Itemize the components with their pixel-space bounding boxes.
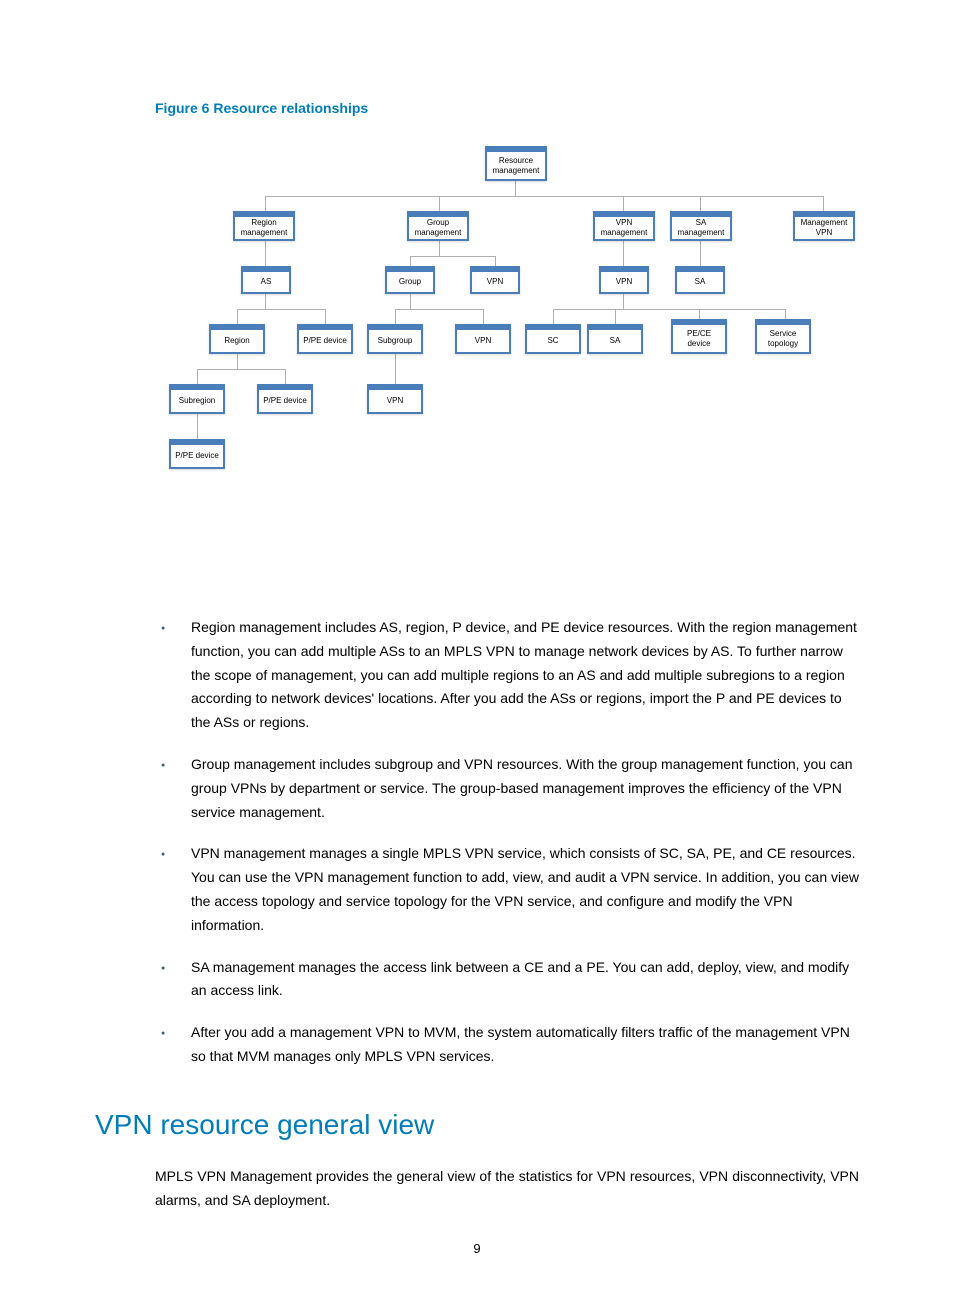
page: Figure 6 Resource relationships — [0, 0, 954, 1296]
diagram-node: VPN — [455, 324, 511, 354]
list-item: Group management includes subgroup and V… — [155, 753, 859, 824]
list-item: After you add a management VPN to MVM, t… — [155, 1021, 859, 1069]
diagram-node: VPN — [599, 266, 649, 294]
diagram-node: P/PE device — [257, 384, 313, 414]
diagram-node: Group — [385, 266, 435, 294]
diagram-node: SA — [675, 266, 725, 294]
page-number: 9 — [0, 1241, 954, 1256]
bullet-list: Region management includes AS, region, P… — [155, 616, 859, 1069]
diagram-node: P/PE device — [169, 439, 225, 469]
list-item: SA management manages the access link be… — [155, 956, 859, 1004]
diagram-node: VPN — [470, 266, 520, 294]
body-paragraph: MPLS VPN Management provides the general… — [155, 1165, 859, 1213]
diagram-node: Group management — [407, 211, 469, 241]
diagram-node: Subregion — [169, 384, 225, 414]
diagram-node: VPN management — [593, 211, 655, 241]
diagram-node-root: Resource management — [485, 146, 547, 181]
section-heading: VPN resource general view — [95, 1109, 859, 1141]
diagram-node: Region — [209, 324, 265, 354]
diagram-node: AS — [241, 266, 291, 294]
diagram-node: VPN — [367, 384, 423, 414]
resource-relationships-diagram: Resource management Region management Gr… — [95, 146, 859, 566]
figure-caption: Figure 6 Resource relationships — [155, 100, 859, 116]
diagram-node: SA management — [670, 211, 732, 241]
diagram-node: SC — [525, 324, 581, 354]
diagram-node: Service topology — [755, 319, 811, 354]
list-item: VPN management manages a single MPLS VPN… — [155, 842, 859, 937]
diagram-node: P/PE device — [297, 324, 353, 354]
diagram-node: PE/CE device — [671, 319, 727, 354]
list-item: Region management includes AS, region, P… — [155, 616, 859, 735]
diagram-node: Subgroup — [367, 324, 423, 354]
diagram-node: Management VPN — [793, 211, 855, 241]
diagram-node: SA — [587, 324, 643, 354]
diagram-node: Region management — [233, 211, 295, 241]
